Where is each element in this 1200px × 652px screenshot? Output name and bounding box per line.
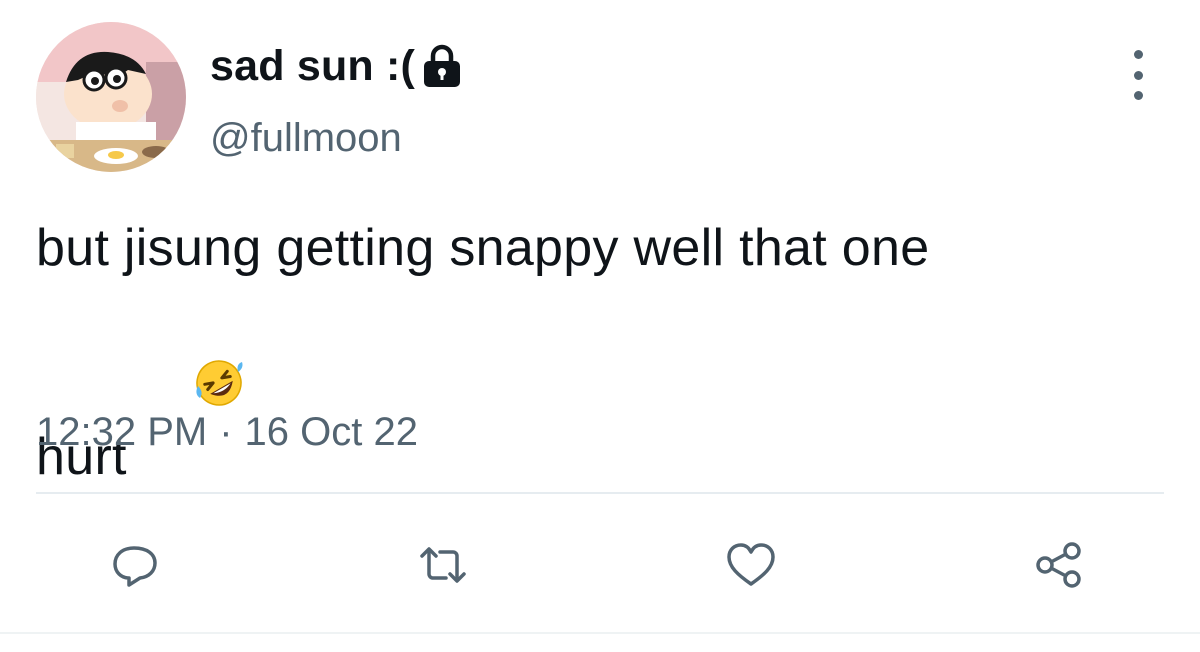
avatar[interactable]	[36, 22, 186, 172]
user-name-row: sad sun :(	[210, 36, 463, 96]
display-name[interactable]: sad sun :(	[210, 42, 415, 91]
reply-icon	[113, 546, 157, 587]
dot	[1133, 50, 1143, 59]
tweet-time[interactable]: 12:32 PM	[36, 410, 207, 455]
like-button[interactable]	[716, 530, 786, 600]
dot	[1133, 70, 1143, 80]
share-button[interactable]	[1024, 530, 1094, 600]
lock-icon	[421, 44, 463, 88]
dot	[1133, 91, 1143, 100]
tweet-date[interactable]: 16 Oct 22	[245, 410, 418, 455]
meta-separator: ·	[219, 410, 233, 454]
retweet-icon	[420, 547, 466, 583]
user-handle[interactable]: @fullmoon	[210, 116, 402, 161]
tweet-text: but jisung getting snappy well that one …	[36, 212, 1176, 501]
bottom-divider	[0, 632, 1200, 634]
divider	[36, 492, 1164, 494]
heart-icon	[727, 543, 775, 586]
reply-button[interactable]	[100, 530, 170, 600]
cartoon-avatar-icon	[36, 22, 186, 172]
action-bar	[36, 530, 1164, 600]
retweet-button[interactable]	[408, 530, 478, 600]
rolling-on-floor-laughing-emoji-icon	[133, 284, 246, 501]
tweet-meta: 12:32 PM · 16 Oct 22	[36, 410, 418, 455]
more-options-icon[interactable]	[1118, 50, 1158, 100]
tweet-text-line: but jisung getting snappy well that one	[36, 219, 930, 277]
share-icon	[1036, 542, 1081, 588]
